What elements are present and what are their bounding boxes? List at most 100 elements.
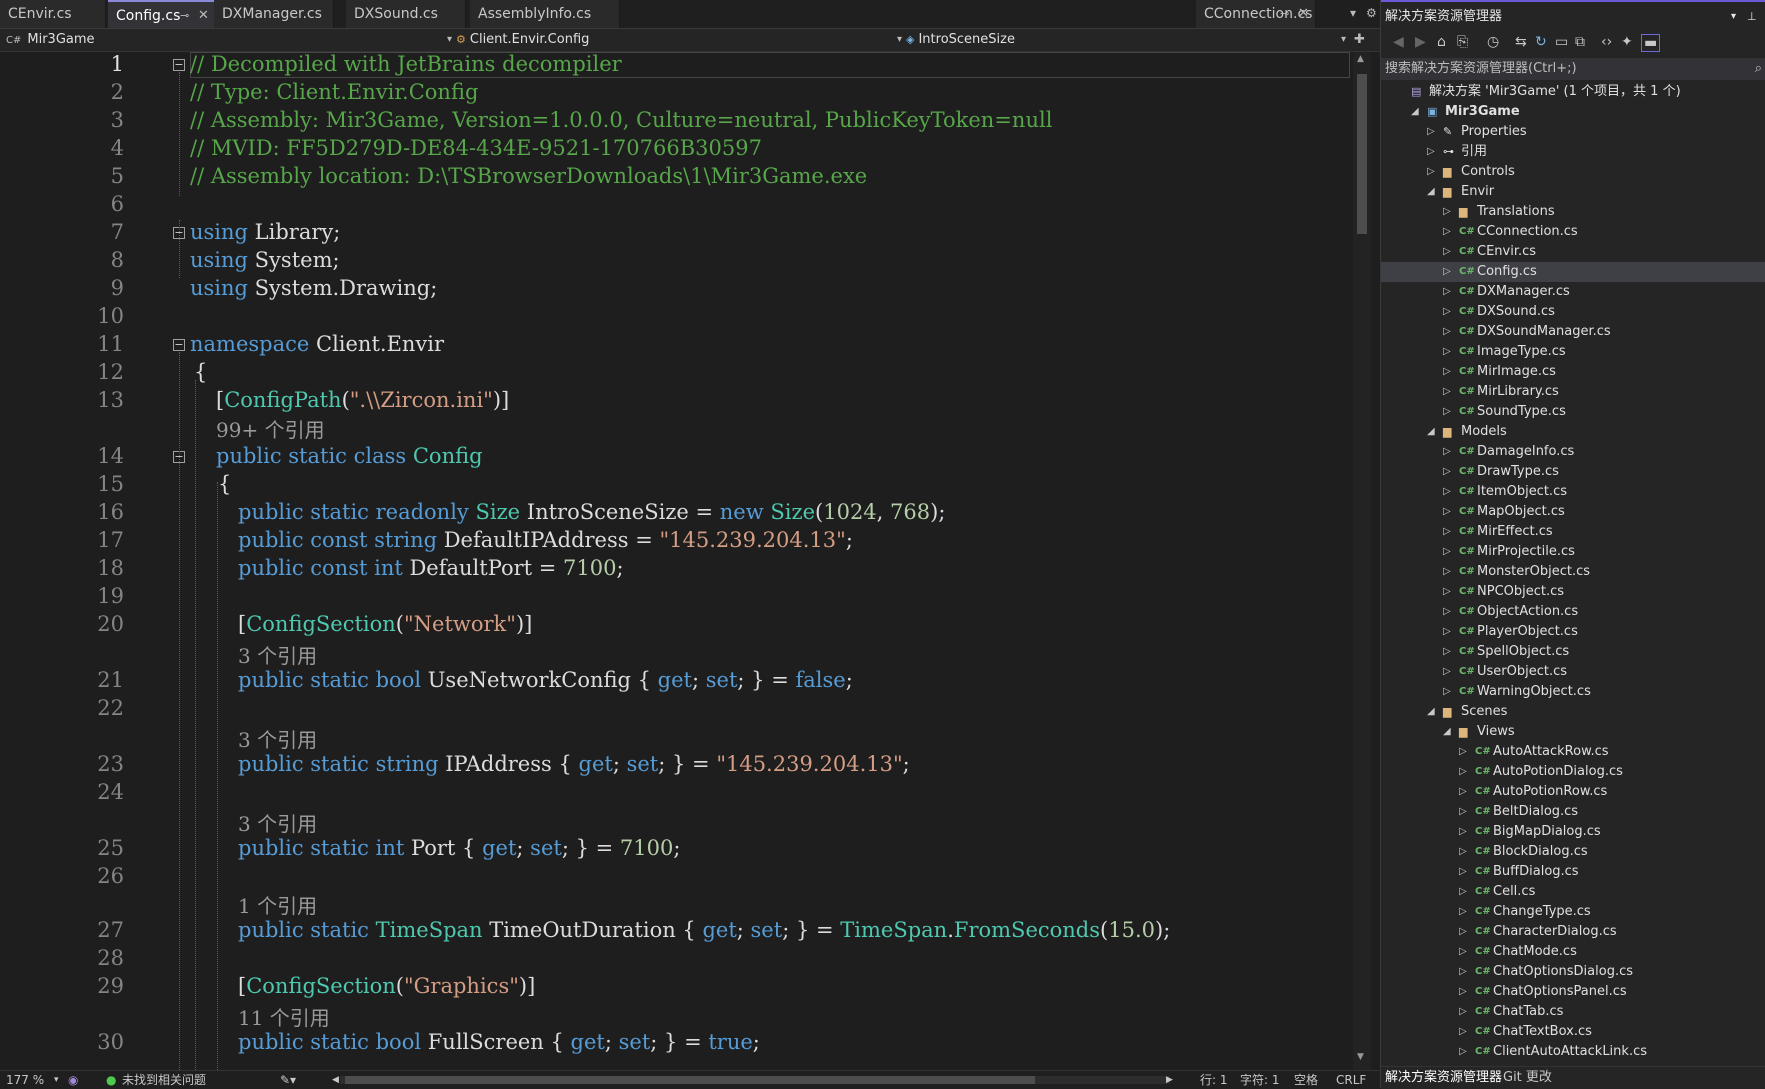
collapsed-arrow-icon[interactable]: ▷	[1459, 1022, 1467, 1042]
collapsed-arrow-icon[interactable]: ▷	[1443, 222, 1451, 242]
collapsed-arrow-icon[interactable]: ▷	[1459, 882, 1467, 902]
code-line[interactable]: // Assembly: Mir3Game, Version=1.0.0.0, …	[190, 108, 1052, 132]
tree-file-item[interactable]: ▷ C# ChatOptionsPanel.cs	[1381, 982, 1765, 1002]
collapsed-arrow-icon[interactable]: ▷	[1459, 942, 1467, 962]
settings-icon[interactable]: ⚙	[1366, 6, 1377, 20]
refresh-icon[interactable]: ↻	[1535, 34, 1547, 50]
vertical-scroll-thumb[interactable]	[1357, 74, 1367, 234]
tree-folder-item[interactable]: ◢ ▆ Scenes	[1381, 702, 1765, 722]
collapsed-arrow-icon[interactable]: ▷	[1443, 682, 1451, 702]
collapsed-arrow-icon[interactable]: ▷	[1459, 862, 1467, 882]
tree-file-item[interactable]: ▷ C# ChangeType.cs	[1381, 902, 1765, 922]
collapsed-arrow-icon[interactable]: ▷	[1427, 142, 1435, 162]
tree-file-item[interactable]: ▷ C# CEnvir.cs	[1381, 242, 1765, 262]
tree-file-item[interactable]: ▷ C# ChatMode.cs	[1381, 942, 1765, 962]
tab-solution-explorer[interactable]: 解决方案资源管理器	[1385, 1067, 1502, 1089]
tree-file-item[interactable]: ▷ C# MapObject.cs	[1381, 502, 1765, 522]
code-line[interactable]: using System;	[190, 248, 340, 272]
tree-file-item[interactable]: ▷ C# AutoAttackRow.cs	[1381, 742, 1765, 762]
wrench-icon[interactable]: ✦	[1621, 34, 1633, 50]
code-line[interactable]: public const int DefaultPort = 7100;	[238, 556, 624, 580]
collapse-icon[interactable]: −	[173, 339, 185, 351]
collapsed-arrow-icon[interactable]: ▷	[1443, 542, 1451, 562]
collapsed-arrow-icon[interactable]: ▷	[1459, 922, 1467, 942]
collapsed-arrow-icon[interactable]: ▷	[1427, 122, 1435, 142]
tree-item[interactable]: ▤ 解决方案 'Mir3Game' (1 个项目，共 1 个)	[1381, 82, 1765, 102]
line-ending-indicator[interactable]: CRLF	[1336, 1071, 1366, 1089]
tree-file-item[interactable]: ▷ C# BuffDialog.cs	[1381, 862, 1765, 882]
issues-status[interactable]: 未找到相关问题	[122, 1071, 206, 1089]
reference-count[interactable]: 3 个引用	[238, 808, 317, 837]
collapsed-arrow-icon[interactable]: ▷	[1443, 522, 1451, 542]
tree-item[interactable]: ▷ ✎ Properties	[1381, 122, 1765, 142]
code-line[interactable]: // MVID: FF5D279D-DE84-434E-9521-170766B…	[190, 136, 762, 160]
tab-overflow-icon[interactable]: ▾	[1350, 6, 1356, 20]
tree-file-item[interactable]: ▷ C# NPCObject.cs	[1381, 582, 1765, 602]
horizontal-scroll-thumb[interactable]	[345, 1076, 1035, 1084]
tree-file-item[interactable]: ▷ C# PlayerObject.cs	[1381, 622, 1765, 642]
tree-file-item[interactable]: ▷ C# SoundType.cs	[1381, 402, 1765, 422]
code-line[interactable]: // Assembly location: D:\TSBrowserDownlo…	[190, 164, 867, 188]
collapsed-arrow-icon[interactable]: ▷	[1427, 162, 1435, 182]
tree-folder-item[interactable]: ▷ ▆ Controls	[1381, 162, 1765, 182]
tree-file-item[interactable]: ▷ C# BlockDialog.cs	[1381, 842, 1765, 862]
zoom-level[interactable]: 177 %	[6, 1071, 44, 1089]
split-icon[interactable]: ✚	[1354, 29, 1365, 51]
tree-folder-item[interactable]: ◢ ▆ Envir	[1381, 182, 1765, 202]
member-combo[interactable]: ◈ IntroSceneSize ▾	[906, 29, 1346, 51]
tree-folder-item[interactable]: ▷ ▆ Translations	[1381, 202, 1765, 222]
tree-item[interactable]: ▷ ⊶ 引用	[1381, 142, 1765, 162]
tree-file-item[interactable]: ▷ C# ClientAutoAttackLink.cs	[1381, 1042, 1765, 1062]
vertical-scrollbar[interactable]: ▲ ▼	[1353, 52, 1371, 1070]
collapsed-arrow-icon[interactable]: ▷	[1443, 262, 1451, 282]
tree-file-item[interactable]: ▷ C# Config.cs	[1381, 262, 1765, 282]
collapsed-arrow-icon[interactable]: ▷	[1443, 442, 1451, 462]
collapse-icon[interactable]: −	[173, 59, 185, 71]
preview-icon[interactable]: ▬	[1641, 34, 1661, 52]
tree-file-item[interactable]: ▷ C# ChatTab.cs	[1381, 1002, 1765, 1022]
close-icon[interactable]: ✕	[1298, 0, 1309, 28]
collapsed-arrow-icon[interactable]: ▷	[1443, 602, 1451, 622]
copilot-icon[interactable]: ◉	[68, 1071, 78, 1089]
code-line[interactable]: using System.Drawing;	[190, 276, 437, 300]
code-line[interactable]: namespace Client.Envir	[190, 332, 444, 356]
code-line[interactable]: // Type: Client.Envir.Config	[190, 80, 478, 104]
scroll-down-arrow[interactable]: ▼	[1357, 1052, 1364, 1062]
history-icon[interactable]: ◷	[1487, 34, 1499, 50]
collapsed-arrow-icon[interactable]: ▷	[1443, 402, 1451, 422]
expanded-arrow-icon[interactable]: ◢	[1443, 722, 1451, 742]
tree-folder-item[interactable]: ◢ ▆ Views	[1381, 722, 1765, 742]
collapsed-arrow-icon[interactable]: ▷	[1459, 1002, 1467, 1022]
code-editor[interactable]: 1 2 3 4 5 6 7 8 9 10 11 12 13 14 15 16 17 18 19 20 21 22 23 24 2…	[0, 52, 1380, 1070]
expanded-arrow-icon[interactable]: ◢	[1427, 422, 1435, 442]
tree-file-item[interactable]: ▷ C# ImageType.cs	[1381, 342, 1765, 362]
reference-count[interactable]: 99+ 个引用	[216, 414, 325, 443]
collapsed-arrow-icon[interactable]: ▷	[1443, 582, 1451, 602]
home-icon[interactable]: ⌂	[1437, 34, 1446, 50]
tree-file-item[interactable]: ▷ C# ItemObject.cs	[1381, 482, 1765, 502]
code-line[interactable]: public static TimeSpan TimeOutDuration {…	[238, 918, 1170, 942]
tree-file-item[interactable]: ▷ C# AutoPotionRow.cs	[1381, 782, 1765, 802]
tree-file-item[interactable]: ▷ C# BeltDialog.cs	[1381, 802, 1765, 822]
collapsed-arrow-icon[interactable]: ▷	[1459, 742, 1467, 762]
code-line[interactable]: using Library;	[190, 220, 340, 244]
collapsed-arrow-icon[interactable]: ▷	[1443, 622, 1451, 642]
collapsed-arrow-icon[interactable]: ▷	[1443, 282, 1451, 302]
sync-icon[interactable]: ⇆	[1515, 34, 1527, 50]
collapsed-arrow-icon[interactable]: ▷	[1443, 302, 1451, 322]
chevron-down-icon[interactable]: ▾	[1731, 2, 1736, 32]
collapsed-arrow-icon[interactable]: ▷	[1459, 802, 1467, 822]
show-all-files-icon[interactable]: ⧉	[1575, 34, 1585, 50]
tree-item[interactable]: ◢ ▣ Mir3Game	[1381, 102, 1765, 122]
tree-file-item[interactable]: ▷ C# Cell.cs	[1381, 882, 1765, 902]
collapsed-arrow-icon[interactable]: ▷	[1459, 782, 1467, 802]
tab-assemblyinfo-cs[interactable]: AssemblyInfo.cs	[470, 0, 620, 28]
collapsed-arrow-icon[interactable]: ▷	[1459, 822, 1467, 842]
code-line[interactable]: {	[194, 360, 207, 384]
collapsed-arrow-icon[interactable]: ▷	[1443, 642, 1451, 662]
collapsed-arrow-icon[interactable]: ▷	[1443, 242, 1451, 262]
tree-file-item[interactable]: ▷ C# MirProjectile.cs	[1381, 542, 1765, 562]
code-line[interactable]: [ConfigSection("Graphics")]	[238, 974, 535, 998]
reference-count[interactable]: 3 个引用	[238, 724, 317, 753]
collapsed-arrow-icon[interactable]: ▷	[1459, 962, 1467, 982]
